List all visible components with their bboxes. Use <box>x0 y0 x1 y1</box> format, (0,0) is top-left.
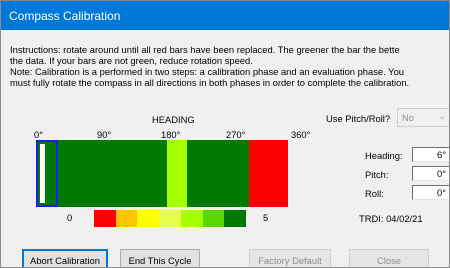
roll-value: 0° <box>437 187 446 198</box>
pitch-label: Pitch: <box>365 169 389 180</box>
pitch-readout: 0° <box>412 166 449 181</box>
use-pitch-roll-select[interactable]: No ⌄ <box>397 108 449 127</box>
legend-min-label: 0 <box>67 212 73 223</box>
heading-caption: HEADING <box>152 114 195 125</box>
chevron-down-icon: ⌄ <box>438 111 446 121</box>
heading-bar-segment <box>187 140 249 207</box>
heading-cursor-marker <box>40 144 45 203</box>
window-title: Compass Calibration <box>9 9 121 23</box>
use-pitch-roll-value: No <box>402 112 414 123</box>
legend-max-label: 5 <box>263 212 269 223</box>
factory-default-button[interactable]: Factory Default <box>249 249 331 267</box>
legend-swatch <box>159 210 182 227</box>
use-pitch-roll-label: Use Pitch/Roll? <box>326 113 391 124</box>
close-button[interactable]: Close <box>349 249 429 267</box>
legend-swatch <box>224 210 247 227</box>
tick-label: 90° <box>97 129 112 140</box>
legend-swatch <box>137 210 160 227</box>
tick-label: 270° <box>226 129 246 140</box>
tick-label: 180° <box>161 129 181 140</box>
heading-label: Heading: <box>365 150 403 161</box>
trdi-version-label: TRDI: 04/02/21 <box>359 213 423 224</box>
heading-bar-segment <box>166 140 188 207</box>
tick-label: 360° <box>291 129 311 140</box>
instructions-line: must fully rotate the compass in all dir… <box>10 77 410 88</box>
heading-readout: 6° <box>412 147 449 162</box>
title-bar[interactable]: Compass Calibration <box>1 1 449 30</box>
heading-coverage-bar <box>36 140 288 207</box>
heading-bar-segment <box>248 140 288 207</box>
heading-value: 6° <box>437 149 446 160</box>
abort-calibration-button[interactable]: Abort Calibration <box>22 249 108 267</box>
roll-label: Roll: <box>365 188 384 199</box>
heading-cursor <box>36 140 58 207</box>
compass-calibration-window: Compass Calibration Instructions: rotate… <box>0 0 450 268</box>
end-this-cycle-button[interactable]: End This Cycle <box>120 249 200 267</box>
pitch-value: 0° <box>437 168 446 179</box>
legend-swatch <box>180 210 203 227</box>
legend-swatch <box>115 210 138 227</box>
instructions-text: Instructions: rotate around until all re… <box>10 44 449 88</box>
roll-readout: 0° <box>412 185 449 200</box>
instructions-line: Instructions: rotate around until all re… <box>10 44 400 55</box>
instructions-line: Note: Calibration is a performed in two … <box>10 66 405 77</box>
tick-label: 0° <box>34 129 43 140</box>
legend-swatch <box>202 210 225 227</box>
legend-swatch <box>94 210 116 227</box>
instructions-line: the data. If your bars are not green, re… <box>10 55 253 66</box>
